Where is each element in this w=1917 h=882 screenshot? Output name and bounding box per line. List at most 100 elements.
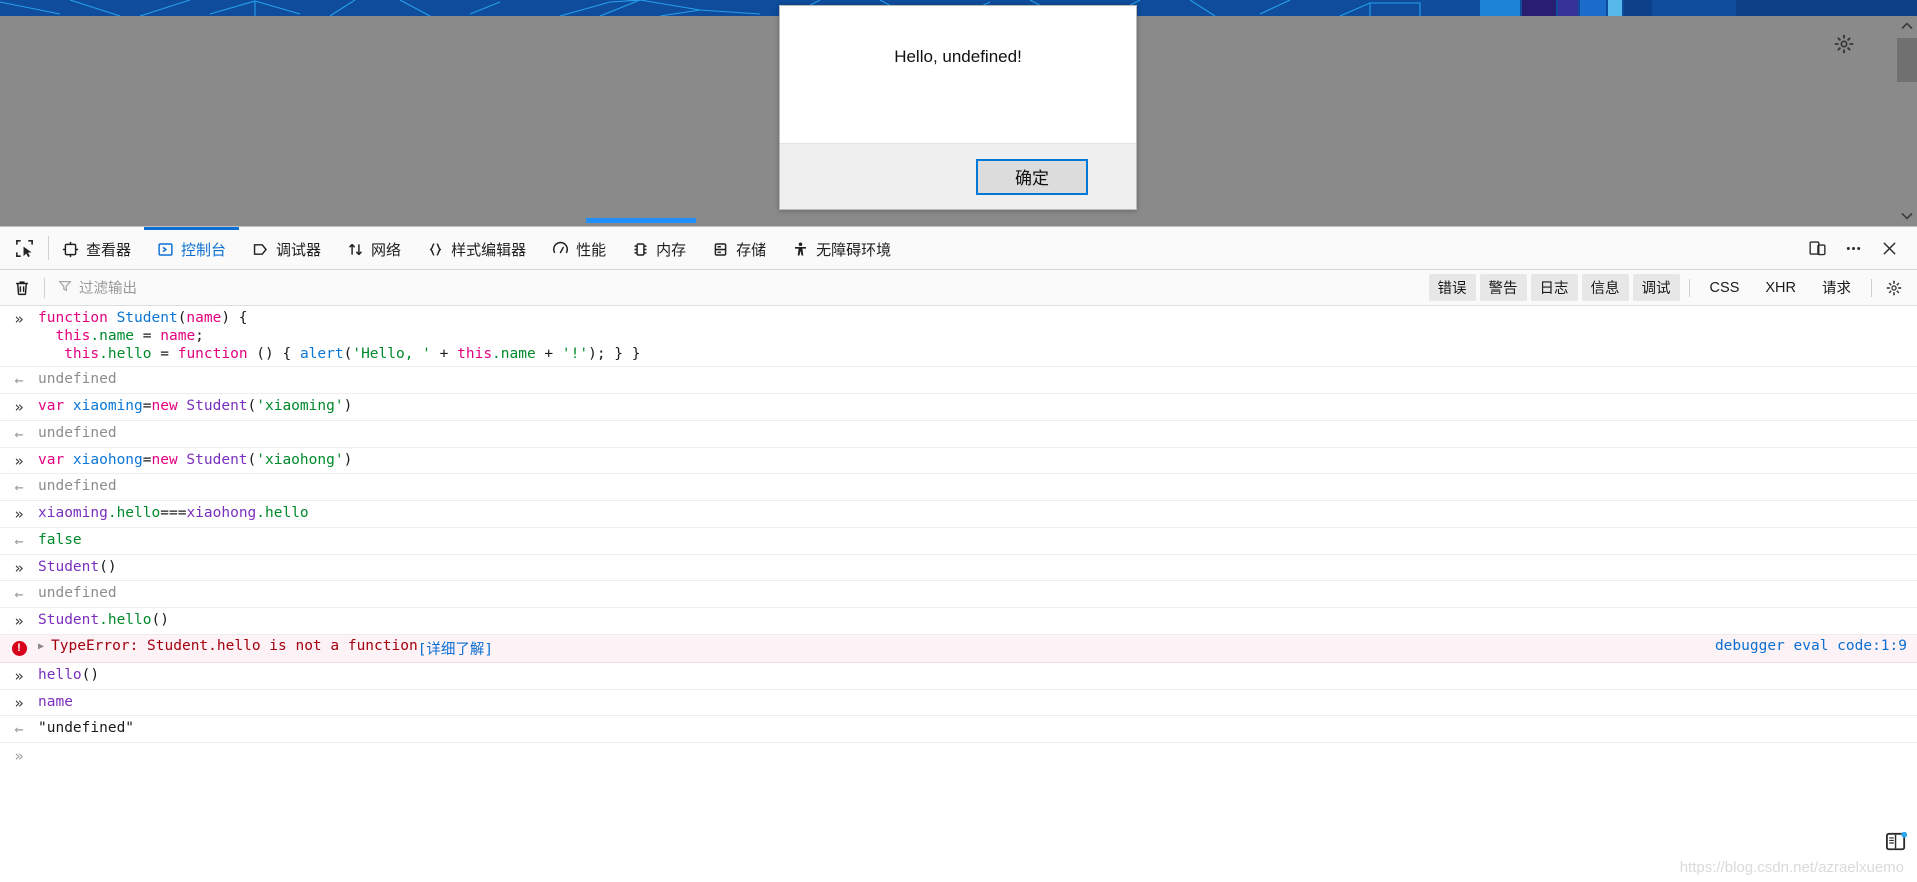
code-token: (: [247, 398, 257, 415]
console-input-row[interactable]: » var xiaoming=new Student('xiaoming'): [0, 394, 1917, 421]
tab-memory-label: 内存: [656, 242, 687, 259]
tab-performance[interactable]: 性能: [539, 227, 619, 269]
code-token: name: [160, 328, 196, 345]
console-input-code[interactable]: function Student(name) { this.name = nam…: [38, 309, 1917, 363]
tab-inspector[interactable]: 查看器: [49, 227, 144, 269]
console-input-row[interactable]: » xiaoming.hello===xiaohong.hello: [0, 501, 1917, 528]
console-output-list[interactable]: » function Student(name) { this.name = na…: [0, 306, 1917, 882]
page-accent-strip: [586, 218, 696, 223]
filter-pill-info[interactable]: 信息: [1581, 274, 1629, 301]
console-error-row[interactable]: ! ▶ TypeError: Student.hello is not a func…: [0, 634, 1917, 663]
console-output-row[interactable]: ← undefined: [0, 474, 1917, 502]
code-token: xiaohong: [186, 505, 257, 522]
filter-pill-warnings[interactable]: 警告: [1479, 274, 1527, 301]
tab-accessibility[interactable]: 无障碍环境: [779, 227, 904, 269]
input-marker-icon: »: [14, 693, 24, 712]
tab-console-label: 控制台: [181, 242, 227, 259]
tab-network[interactable]: 网络: [334, 227, 414, 269]
console-error-source-link[interactable]: debugger eval code:1:9: [1715, 638, 1907, 654]
filter-toggle-requests[interactable]: 请求: [1813, 274, 1860, 301]
tab-console[interactable]: 控制台: [144, 227, 240, 269]
code-token: '!': [561, 346, 589, 363]
console-output-row[interactable]: ← false: [0, 528, 1917, 555]
console-output-row[interactable]: ← undefined: [0, 367, 1917, 395]
filter-pill-errors[interactable]: 错误: [1428, 274, 1476, 301]
console-settings-gear-icon[interactable]: [1879, 279, 1909, 297]
console-filter-bar: 过滤输出 错误 警告 日志 信息 调试 CSS XHR 请求: [0, 270, 1917, 306]
console-input-code[interactable]: name: [38, 693, 1917, 711]
filter-toggle-css[interactable]: CSS: [1701, 277, 1749, 299]
console-input-code[interactable]: var xiaoming=new Student('xiaoming'): [38, 397, 1917, 415]
learn-more-link[interactable]: [详细了解]: [418, 638, 493, 659]
tab-storage[interactable]: 存储: [699, 227, 779, 269]
tab-network-label: 网络: [371, 242, 402, 259]
code-token: Student: [186, 398, 248, 415]
console-input-code[interactable]: Student.hello(): [38, 611, 1917, 629]
accessibility-icon: [792, 241, 809, 258]
close-icon[interactable]: [1871, 227, 1907, 270]
tab-debugger[interactable]: 调试器: [239, 227, 334, 269]
console-input-row[interactable]: » name: [0, 690, 1917, 717]
tab-accessibility-label: 无障碍环境: [816, 242, 892, 259]
tab-performance-label: 性能: [576, 242, 607, 259]
page-scrollbar[interactable]: [1897, 16, 1917, 226]
console-input-code[interactable]: var xiaohong=new Student('xiaohong'): [38, 451, 1917, 469]
responsive-design-mode-icon[interactable]: [1799, 227, 1835, 270]
output-marker-icon: ←: [14, 585, 24, 604]
console-filter-input[interactable]: 过滤输出: [58, 277, 137, 298]
console-output-row[interactable]: ← undefined: [0, 421, 1917, 448]
tab-style-editor[interactable]: 样式编辑器: [414, 227, 539, 269]
element-picker-icon[interactable]: [0, 227, 48, 269]
meatball-menu-icon[interactable]: [1835, 227, 1871, 270]
reader-badge-icon[interactable]: [1885, 831, 1908, 852]
tab-storage-label: 存储: [736, 242, 767, 259]
code-token: ): [343, 451, 353, 468]
scroll-up-arrow-icon[interactable]: [1897, 16, 1917, 36]
filter-pill-logs[interactable]: 日志: [1530, 274, 1578, 301]
network-icon: [347, 241, 364, 258]
devtools-toolbar: 查看器 控制台 调试器 网络 样式编辑器 性能 内存 存储 无障碍环境: [0, 227, 1917, 270]
console-input-code[interactable]: hello(): [38, 666, 1917, 684]
scrollbar-thumb[interactable]: [1897, 38, 1917, 82]
inspector-icon: [62, 241, 79, 258]
console-output-value: false: [38, 531, 82, 548]
memory-icon: [632, 241, 649, 258]
screen-root: Hello, undefined! 确定 查看器 控制台 调试器 网络 样式编辑…: [0, 0, 1917, 882]
console-input-code[interactable]: xiaoming.hello===xiaohong.hello: [38, 504, 1917, 522]
code-token: xiaoming: [38, 505, 108, 522]
code-token: alert: [299, 346, 344, 363]
code-token: xiaohong: [72, 451, 143, 468]
code-token: Student: [38, 612, 100, 629]
code-token: function: [177, 346, 248, 363]
code-token: Student: [116, 310, 178, 326]
console-input-row[interactable]: » Student(): [0, 555, 1917, 582]
code-token: =: [142, 398, 152, 415]
console-output-row[interactable]: ← "undefined": [0, 716, 1917, 744]
input-marker-icon: »: [14, 451, 24, 470]
console-prompt-row[interactable]: »: [0, 743, 1917, 769]
console-input-row[interactable]: » Student.hello(): [0, 608, 1917, 635]
output-marker-icon: ←: [14, 424, 24, 443]
console-input-row[interactable]: » function Student(name) { this.name = na…: [0, 306, 1917, 368]
trash-icon[interactable]: [0, 279, 44, 297]
code-token: .hello: [256, 505, 309, 522]
code-token: new: [151, 451, 187, 468]
code-token: hello: [38, 666, 82, 683]
filter-toggle-xhr[interactable]: XHR: [1756, 277, 1805, 299]
alert-ok-button[interactable]: 确定: [976, 158, 1088, 195]
page-gear-icon[interactable]: [1833, 33, 1855, 55]
scroll-down-arrow-icon[interactable]: [1897, 206, 1917, 226]
input-marker-icon: »: [14, 558, 24, 577]
console-input-code[interactable]: Student(): [38, 558, 1917, 576]
filter-pill-debug[interactable]: 调试: [1632, 274, 1680, 301]
console-error-message: TypeError: Student.hello is not a functi…: [51, 637, 418, 654]
console-input-row[interactable]: » hello(): [0, 663, 1917, 690]
console-filter-toggles: 错误 警告 日志 信息 调试 CSS XHR 请求: [1427, 274, 1917, 301]
console-input-row[interactable]: » var xiaohong=new Student('xiaohong'): [0, 448, 1917, 475]
code-token: .hello: [107, 505, 161, 522]
expand-triangle-icon[interactable]: ▶: [38, 641, 44, 652]
tab-memory[interactable]: 内存: [619, 227, 699, 269]
code-token: ): [343, 398, 353, 415]
console-error-content: ▶ TypeError: Student.hello is not a funct…: [38, 638, 1917, 659]
console-output-row[interactable]: ← undefined: [0, 581, 1917, 609]
